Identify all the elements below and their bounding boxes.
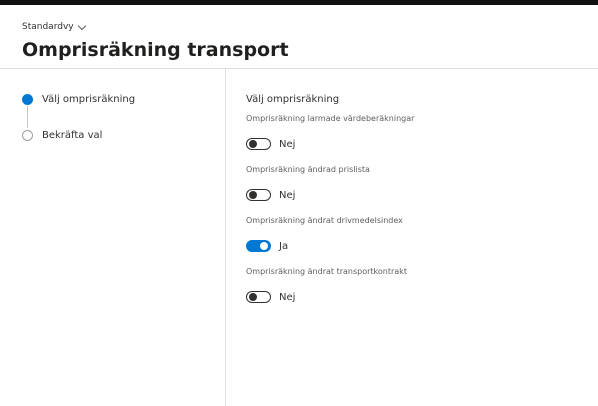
changed-pricelist-toggle[interactable]: Nej [246,185,414,205]
toggle-knob [260,242,268,250]
field-label: Omprisräkning ändrad prislista [246,165,370,174]
pane-divider [225,69,226,406]
wizard-steps: Välj omprisräkning Bekräfta val [22,92,135,142]
toggle-knob [249,293,257,301]
toggle-switch[interactable] [246,189,271,201]
field-changed-transport-contract: Omprisräkning ändrat transportkontrakt N… [246,267,414,307]
toggle-value: Nej [279,291,296,303]
page-header: Standardvy Omprisräkning transport [22,14,598,61]
step-choose-repricing[interactable]: Välj omprisräkning [22,92,135,106]
step-label: Välj omprisräkning [42,93,136,105]
toggle-value: Nej [279,138,296,150]
step-connector [27,106,28,128]
section-title: Välj omprisräkning [246,94,340,105]
field-label: Omprisräkning larmade värdeberäkningar [246,114,415,123]
field-label: Omprisräkning ändrat drivmedelsindex [246,216,403,225]
changed-fuel-index-toggle[interactable]: Ja [246,236,414,256]
toggle-knob [249,140,257,148]
toggle-switch[interactable] [246,138,271,150]
field-changed-fuel-index: Omprisräkning ändrat drivmedelsindex Ja [246,216,414,256]
step-active-icon [22,93,33,105]
step-confirm[interactable]: Bekräfta val [22,128,135,142]
toggle-knob [249,191,257,199]
changed-transport-contract-toggle[interactable]: Nej [246,287,414,307]
toggle-value: Ja [279,240,289,252]
toggle-switch[interactable] [246,291,271,303]
chevron-down-icon [77,21,86,30]
repricing-form: Välj omprisräkning Omprisräkning larmade… [246,94,414,318]
step-inactive-icon [22,129,33,141]
view-name: Standardvy [22,22,74,32]
alarmed-valuations-toggle[interactable]: Nej [246,134,414,154]
step-label: Bekräfta val [42,129,103,141]
page-title: Omprisräkning transport [22,39,289,61]
view-selector[interactable]: Standardvy [22,21,86,32]
toggle-switch[interactable] [246,240,271,252]
field-changed-pricelist: Omprisräkning ändrad prislista Nej [246,165,414,205]
field-label: Omprisräkning ändrat transportkontrakt [246,267,407,276]
field-alarmed-valuations: Omprisräkning larmade värdeberäkningar N… [246,114,414,154]
header-divider [0,68,598,69]
top-bar [0,0,598,5]
toggle-value: Nej [279,189,296,201]
